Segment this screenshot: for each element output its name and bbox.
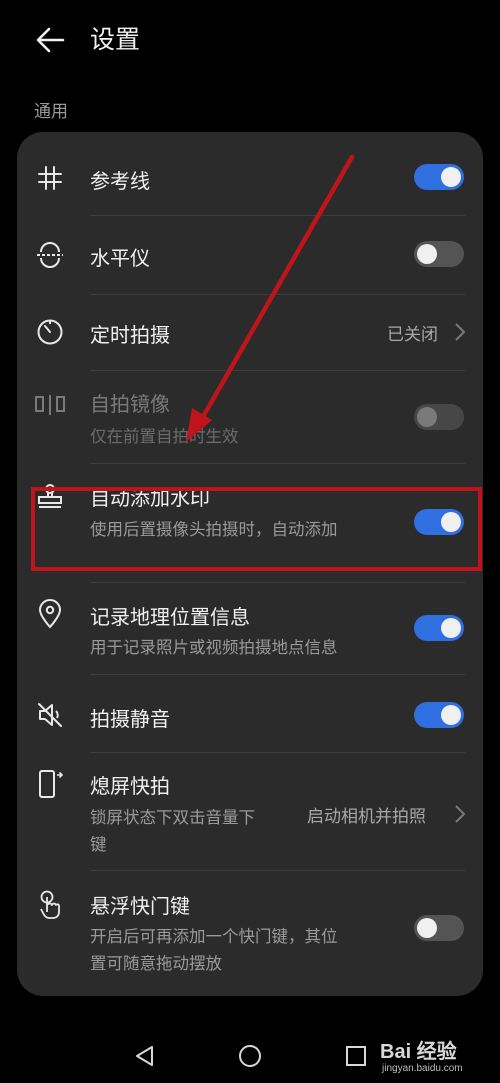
- setting-row-snapshot[interactable]: 熄屏快拍 锁屏状态下双击音量下 键 启动相机并拍照: [17, 752, 483, 871]
- baidu-jingyan-watermark: Bai 经验 jingyan.baidu.com: [380, 1035, 498, 1081]
- arrow-left-icon: [36, 27, 65, 53]
- toggle-knob: [417, 407, 437, 427]
- toggle-switch-grid[interactable]: [414, 164, 464, 190]
- toggle-switch-location[interactable]: [414, 615, 464, 641]
- setting-title: 悬浮快门键: [90, 894, 190, 918]
- setting-value-snapshot: 启动相机并拍照: [307, 807, 426, 827]
- toggle-knob: [441, 167, 461, 187]
- setting-subtitle-line2: 键: [90, 835, 107, 854]
- setting-title: 水平仪: [90, 246, 150, 270]
- back-button[interactable]: [30, 22, 70, 58]
- toggle-knob: [417, 918, 437, 938]
- level-icon: [35, 240, 65, 270]
- setting-title: 参考线: [90, 169, 150, 193]
- setting-row-mute[interactable]: 拍摄静音: [17, 674, 483, 753]
- chevron-right-icon: [455, 805, 466, 823]
- setting-title: 自拍镜像: [90, 392, 170, 416]
- header: 设置: [0, 0, 500, 80]
- setting-subtitle-line2: 置可随意拖动摆放: [90, 954, 222, 973]
- timer-icon: [35, 317, 65, 347]
- phone-snapshot-icon: [35, 769, 65, 799]
- chevron-right-icon: [455, 323, 466, 341]
- nav-recent-square-icon: [346, 1046, 366, 1066]
- nav-back-triangle-icon: [136, 1046, 153, 1066]
- setting-subtitle: 用于记录照片或视频拍摄地点信息: [90, 638, 338, 657]
- setting-subtitle-line1: 开启后可再添加一个快门键，其位: [90, 927, 338, 946]
- setting-subtitle: 仅在前置自拍时生效: [90, 427, 239, 446]
- nav-home-circle-icon: [239, 1045, 261, 1067]
- toggle-switch-floating[interactable]: [414, 915, 464, 941]
- watermark-url: jingyan.baidu.com: [382, 1063, 463, 1074]
- setting-row-mirror[interactable]: 自拍镜像 仅在前置自拍时生效: [17, 370, 483, 464]
- nav-back-button[interactable]: [128, 1040, 160, 1072]
- setting-row-location[interactable]: 记录地理位置信息 用于记录照片或视频拍摄地点信息: [17, 582, 483, 675]
- speaker-mute-icon: [35, 700, 65, 730]
- setting-title: 拍摄静音: [90, 707, 170, 731]
- setting-row-level[interactable]: 水平仪: [17, 216, 483, 295]
- location-pin-icon: [35, 599, 65, 629]
- setting-title: 熄屏快拍: [90, 774, 170, 798]
- toggle-switch-mirror[interactable]: [414, 404, 464, 430]
- toggle-knob: [441, 705, 461, 725]
- annotation-highlight-box: [31, 487, 482, 571]
- toggle-knob: [417, 244, 437, 264]
- nav-home-button[interactable]: [234, 1040, 266, 1072]
- setting-row-timer[interactable]: 定时拍摄 已关闭: [17, 294, 483, 371]
- touch-hand-icon: [35, 890, 65, 920]
- nav-recent-button[interactable]: [340, 1040, 372, 1072]
- toggle-knob: [441, 618, 461, 638]
- grid-hash-icon: [35, 163, 65, 193]
- setting-row-floating[interactable]: 悬浮快门键 开启后可再添加一个快门键，其位 置可随意拖动摆放: [17, 870, 483, 996]
- setting-value-timer: 已关闭: [387, 325, 438, 345]
- watermark-brand: Bai 经验: [380, 1041, 457, 1063]
- setting-title: 记录地理位置信息: [90, 605, 250, 629]
- setting-title: 定时拍摄: [90, 323, 170, 347]
- toggle-switch-mute[interactable]: [414, 702, 464, 728]
- mirror-icon: [35, 390, 65, 420]
- setting-row-grid[interactable]: 参考线: [17, 132, 483, 216]
- setting-subtitle-line1: 锁屏状态下双击音量下: [90, 808, 255, 827]
- page-title: 设置: [90, 25, 141, 54]
- section-title: 通用: [34, 102, 68, 122]
- toggle-switch-level[interactable]: [414, 241, 464, 267]
